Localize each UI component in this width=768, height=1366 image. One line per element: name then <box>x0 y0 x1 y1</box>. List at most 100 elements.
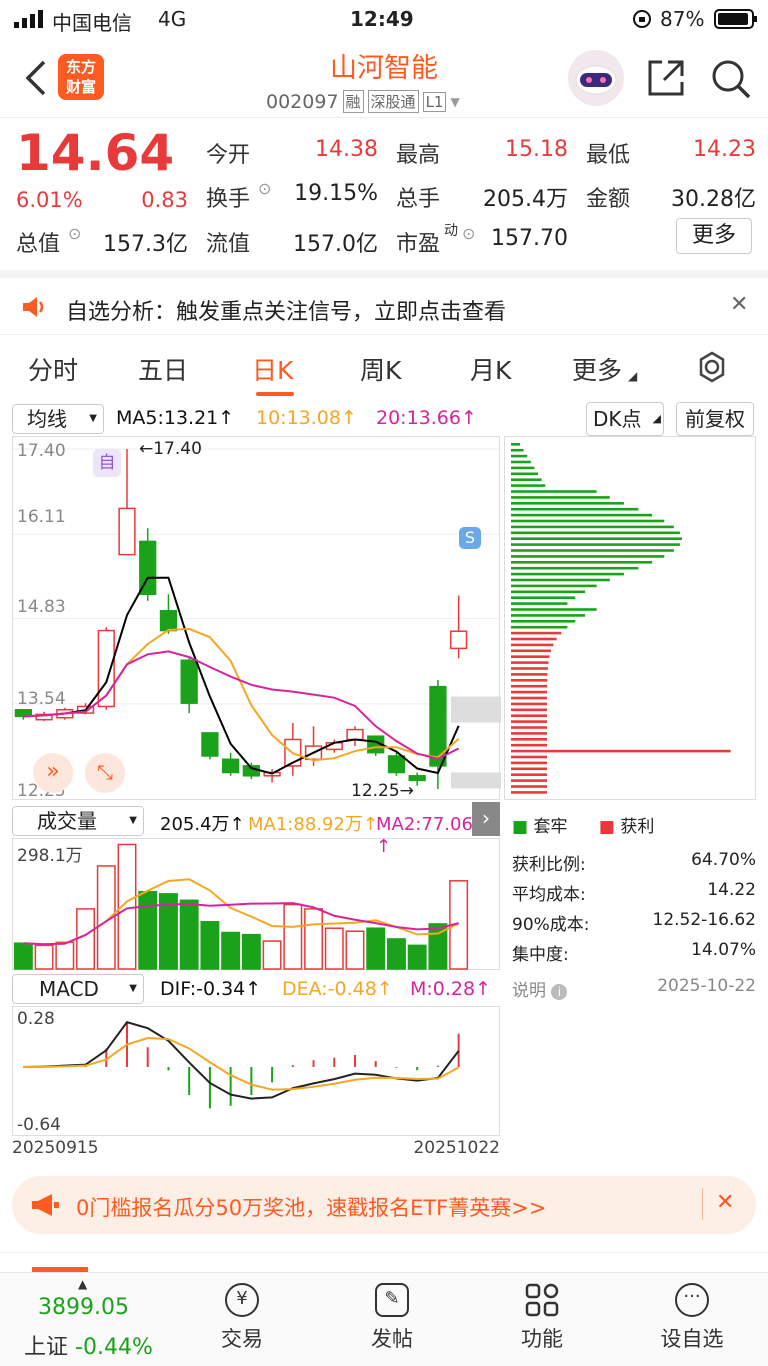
period-tabs: 分时 五日 日K 周K 月K 更多 ◢ <box>0 334 768 400</box>
date-end: 20251022 <box>413 1138 500 1158</box>
volume-bar <box>34 944 54 970</box>
chip-bar <box>511 466 535 470</box>
chip-bar <box>511 755 547 759</box>
dk-point-button[interactable]: DK点 ◢ <box>586 402 664 436</box>
close-icon[interactable]: ✕ <box>716 1190 734 1215</box>
volume-ma1: MA1:88.92万↑ <box>248 814 378 835</box>
tab-weekly-k[interactable]: 周K <box>360 351 401 387</box>
promo-banner[interactable]: 0门槛报名瓜分50万奖池，速戳报名ETF菁英赛>> ✕ <box>12 1176 756 1234</box>
chip-bar <box>511 543 680 546</box>
dropdown-icon[interactable]: ▼ <box>450 95 459 109</box>
info-icon[interactable]: ⊙ <box>68 224 81 243</box>
chip-bar <box>511 696 548 700</box>
chip-stat-row: 获利比例: 64.70% <box>512 850 756 875</box>
clock: 12:49 <box>350 7 414 31</box>
chip-bar <box>511 472 538 476</box>
notice-banner[interactable]: 自选分析：触发重点关注信号，立即点击查看 ✕ <box>0 270 768 332</box>
yen-icon: ¥ <box>225 1283 259 1317</box>
tab-five-day[interactable]: 五日 <box>138 351 188 387</box>
close-icon[interactable]: ✕ <box>730 292 748 317</box>
low-label: 最低 <box>586 143 631 168</box>
volume-bar <box>304 908 324 970</box>
edit-icon: ✎ <box>375 1283 409 1317</box>
nav-function[interactable]: 功能 <box>492 1283 592 1353</box>
chip-note[interactable]: 说明 i <box>512 976 568 1001</box>
chip-bar <box>511 738 548 741</box>
search-icon[interactable] <box>710 58 752 104</box>
chip-bar <box>511 507 639 511</box>
tab-intraday[interactable]: 分时 <box>28 351 78 387</box>
volume-bar <box>283 903 303 970</box>
ma20-value: 20:13.66↑ <box>376 407 477 429</box>
dea-line <box>23 1036 460 1091</box>
candle-body <box>201 732 219 757</box>
y-label-4: 13.54 <box>17 689 66 709</box>
chip-bar <box>511 519 665 523</box>
nav-post[interactable]: ✎ 发帖 <box>342 1283 442 1353</box>
volume-bar <box>179 899 199 970</box>
macd-dif: DIF:-0.34↑ <box>160 978 262 1000</box>
chip-bar <box>511 767 547 771</box>
kline-chart[interactable]: 17.40 16.11 14.83 13.54 12.25 ←17.40 12.… <box>12 436 501 801</box>
more-button[interactable]: 更多 <box>676 218 752 254</box>
tab-more[interactable]: 更多 <box>572 351 622 387</box>
nav-add-watchlist[interactable]: ··· 设自选 <box>642 1283 742 1353</box>
tab-monthly-k[interactable]: 月K <box>470 351 511 387</box>
candle-body <box>180 659 198 704</box>
date-axis: 20250915 20251022 <box>12 1138 500 1158</box>
index-value[interactable]: 3899.05 <box>38 1295 129 1320</box>
pe-value: 157.70 <box>491 226 568 251</box>
nav-trade[interactable]: ¥ 交易 <box>192 1283 292 1353</box>
chip-stat-row: 90%成本: 12.52-16.62 <box>512 910 756 935</box>
volume-bar <box>76 908 96 970</box>
chip-bar <box>511 791 547 794</box>
dif-line <box>23 1020 460 1100</box>
gear-icon[interactable] <box>696 351 728 387</box>
expand-left-icon[interactable]: » <box>33 753 73 793</box>
stock-code-row: 002097 融 深股通 L1 ▼ <box>266 90 460 113</box>
chip-bar <box>511 708 548 712</box>
moving-average-line <box>23 627 460 762</box>
volume-bar <box>138 890 158 970</box>
chip-bar <box>511 549 674 552</box>
change-amount: 0.83 <box>141 188 188 212</box>
tab-daily-k[interactable]: 日K <box>252 351 293 387</box>
volume-bar <box>13 942 33 970</box>
bottom-nav: ▲ 3899.05 上证 -0.44% ¥ 交易 ✎ 发帖 功能 ··· 设自选 <box>0 1272 768 1366</box>
volume-bar <box>241 933 261 970</box>
assistant-avatar[interactable] <box>568 50 624 106</box>
caret-up-icon: ▲ <box>78 1277 88 1291</box>
hidden-tab-strip <box>0 1252 768 1272</box>
speaker-icon <box>20 294 48 326</box>
chip-bar <box>511 773 547 776</box>
chip-bar <box>511 743 548 747</box>
volume-ymax: 298.1万 <box>17 846 83 866</box>
info-icon[interactable]: ⊙ <box>462 224 475 243</box>
chevron-right-icon[interactable]: › <box>472 802 500 836</box>
volume-value: 205.4万 <box>483 187 568 212</box>
self-select-marker[interactable]: 自 <box>93 449 121 477</box>
chip-bar <box>511 661 549 664</box>
share-icon[interactable] <box>646 58 686 102</box>
y-label-top: 17.40 <box>17 441 66 461</box>
fullscreen-icon[interactable]: ⤡ <box>85 753 125 793</box>
battery-icon <box>714 9 758 34</box>
chip-bar <box>511 702 548 706</box>
macd-dea: DEA:-0.48↑ <box>282 978 393 1000</box>
turnover-value: 19.15% <box>294 181 378 206</box>
chip-bar <box>511 620 576 623</box>
adjust-button[interactable]: 前复权 <box>676 402 754 436</box>
sell-marker[interactable]: S <box>459 527 481 549</box>
ma-select[interactable]: 均线 ▼ <box>12 404 104 434</box>
macd-select[interactable]: MACD ▼ <box>12 974 144 1004</box>
chip-bar <box>511 625 568 629</box>
open-value: 14.38 <box>315 137 378 162</box>
info-icon[interactable]: ⊙ <box>258 179 271 198</box>
chip-bar <box>511 443 520 446</box>
volume-select[interactable]: 成交量 ▼ <box>12 806 144 836</box>
mcap-value: 157.3亿 <box>103 232 188 257</box>
index-row[interactable]: 上证 -0.44% <box>24 1329 153 1361</box>
candle-body <box>159 609 178 632</box>
float-label: 流值 <box>206 232 251 257</box>
chip-bar <box>511 726 548 729</box>
